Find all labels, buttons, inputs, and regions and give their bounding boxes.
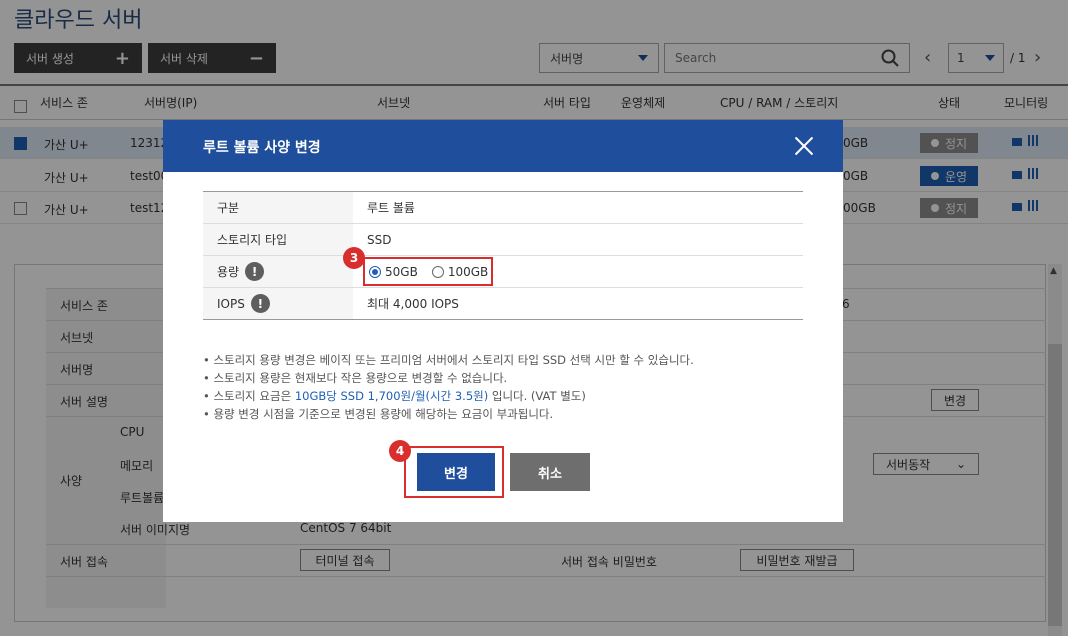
capacity-label: 용량 xyxy=(217,265,240,279)
close-icon[interactable] xyxy=(789,131,819,161)
spec-label-iops: IOPS ! xyxy=(203,288,353,319)
info-icon[interactable]: ! xyxy=(245,262,265,281)
iops-label: IOPS xyxy=(217,296,245,311)
spec-label: 구분 xyxy=(203,192,353,223)
root-volume-modal: 루트 볼륨 사양 변경 구분 루트 볼륨 스토리지 타입 SSD 용량 ! 50… xyxy=(163,120,843,522)
notes-list: • 스토리지 용량 변경은 베이직 또는 프리미엄 서버에서 스토리지 타입 S… xyxy=(203,351,803,423)
spec-row-iops: IOPS ! 최대 4,000 IOPS xyxy=(203,288,803,320)
spec-row-storage: 스토리지 타입 SSD xyxy=(203,224,803,256)
highlight-capacity xyxy=(363,257,493,286)
note-item: • 용량 변경 시점을 기준으로 변경된 용량에 해당하는 요금이 부과됩니다. xyxy=(203,407,554,421)
confirm-change-button[interactable]: 변경 xyxy=(417,453,495,491)
modal-title: 루트 볼륨 사양 변경 xyxy=(203,140,321,156)
spec-row-type: 구분 루트 볼륨 xyxy=(203,192,803,224)
spec-value: 루트 볼륨 xyxy=(367,201,415,215)
cancel-button[interactable]: 취소 xyxy=(510,453,590,491)
step-3-badge: 3 xyxy=(343,247,365,269)
modal-header: 루트 볼륨 사양 변경 xyxy=(163,120,843,172)
spec-table: 구분 루트 볼륨 스토리지 타입 SSD 용량 ! 50GB 100GB IOP… xyxy=(203,191,803,320)
spec-value: 최대 4,000 IOPS xyxy=(367,297,459,311)
note-item: • 스토리지 용량은 현재보다 작은 용량으로 변경할 수 없습니다. xyxy=(203,371,508,385)
note-item: • 스토리지 용량 변경은 베이직 또는 프리미엄 서버에서 스토리지 타입 S… xyxy=(203,353,694,367)
step-4-badge: 4 xyxy=(389,440,411,462)
spec-label-capacity: 용량 ! xyxy=(203,256,353,287)
spec-row-capacity: 용량 ! 50GB 100GB xyxy=(203,256,803,288)
note-item-price: • 스토리지 요금은 10GB당 SSD 1,700원/월(시간 3.5원) 입… xyxy=(203,389,586,403)
info-icon[interactable]: ! xyxy=(250,294,270,313)
spec-label: 스토리지 타입 xyxy=(203,224,353,255)
spec-value: SSD xyxy=(367,232,392,247)
